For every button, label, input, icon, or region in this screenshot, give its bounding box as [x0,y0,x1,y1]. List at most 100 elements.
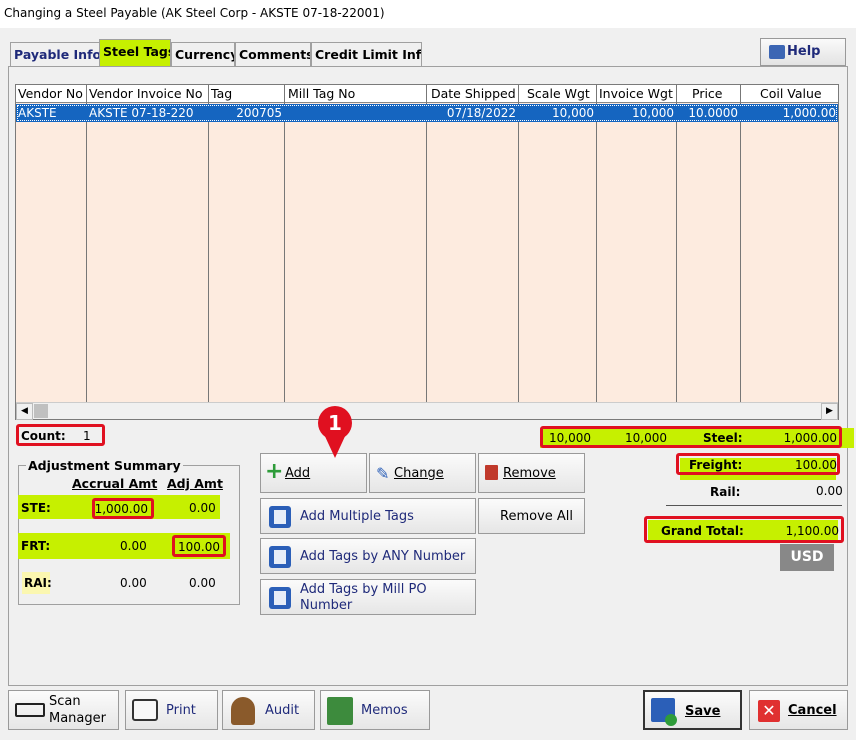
add-tags-mill-po-button[interactable]: Add Tags by Mill PO Number [260,579,476,615]
audit-label: Audit [265,703,300,718]
cell-date-shipped: 07/18/2022 [446,106,516,120]
memos-label: Memos [361,703,408,718]
print-label: Print [166,703,196,718]
rai-accrual-value: 0.00 [120,576,147,590]
tab-label: Credit Limit Info [315,47,422,62]
col-header-mill-tag-no[interactable]: Mill Tag No [288,86,355,101]
column-divider [518,85,519,419]
change-label: Change [394,466,444,481]
add-multiple-tags-label: Add Multiple Tags [300,509,414,524]
help-label: Help [787,44,821,59]
col-header-price[interactable]: Price [692,86,723,101]
scan-manager-button[interactable]: Scan Manager [8,690,119,730]
remove-all-button[interactable]: Remove All [478,498,585,534]
scan-label-1: Scan [49,694,81,709]
column-divider [740,85,741,419]
tab-steel-tags[interactable]: Steel Tags [99,39,171,66]
cancel-button[interactable]: ✕ Cancel [749,690,848,730]
horizontal-scrollbar[interactable]: ◀ ▶ [16,402,838,420]
col-header-invoice-wgt[interactable]: Invoice Wgt [599,86,673,101]
steel-label: Steel: [703,431,743,445]
count-label: Count: [21,429,66,443]
memos-button[interactable]: Memos [320,690,430,730]
column-divider [676,85,677,419]
grand-total-box: Grand Total: 1,100.00 [644,516,844,543]
scale-total: 10,000 [549,431,591,445]
col-header-coil-value[interactable]: Coil Value [760,86,822,101]
add-tags-any-number-label: Add Tags by ANY Number [300,549,466,564]
tab-currency[interactable]: Currency [171,42,235,66]
rai-adj-value: 0.00 [189,576,216,590]
col-header-scale-wgt[interactable]: Scale Wgt [527,86,590,101]
add-tags-mill-po-label-1: Add Tags by Mill PO [300,582,427,597]
tab-payable-info[interactable]: Payable Info [10,42,100,66]
frt-adj-value: 100.00 [178,540,220,554]
ste-accrual-value: 1,000.00 [94,502,148,516]
column-divider [596,85,597,419]
list-icon [269,546,291,568]
rai-label: RAI: [24,576,52,590]
remove-label: Remove [503,466,556,481]
tab-label: Payable Info [14,47,100,62]
pencil-icon: ✎ [376,464,390,483]
cell-price: 10.0000 [688,106,738,120]
document-icon [269,587,291,609]
add-multiple-tags-button[interactable]: Add Multiple Tags [260,498,476,534]
add-tags-mill-po-label-2: Number [300,598,353,613]
col-header-vendor-invoice-no[interactable]: Vendor Invoice No [89,86,203,101]
col-header-tag[interactable]: Tag [211,86,232,101]
add-button[interactable]: + Add [260,453,367,493]
add-label: Add [285,466,311,481]
column-divider [86,85,87,419]
frt-adj-box: 100.00 [172,535,226,557]
steel-tags-grid[interactable]: Vendor No Vendor Invoice No Tag Mill Tag… [15,84,839,420]
cell-vendor-no: AKSTE [18,106,57,120]
column-divider [284,85,285,419]
tab-label: Comments [239,47,311,62]
scroll-left-icon[interactable]: ◀ [16,403,33,420]
plus-icon: + [265,459,284,484]
col-header-date-shipped[interactable]: Date Shipped [431,86,516,101]
help-book-icon [769,45,785,59]
book-icon [327,697,353,725]
accrual-amt-header: Accrual Amt [72,476,158,491]
col-header-vendor-no[interactable]: Vendor No [18,86,83,101]
step-callout: 1 [318,406,352,440]
tab-label: Steel Tags [103,44,171,59]
print-button[interactable]: Print [125,690,218,730]
window-title: Changing a Steel Payable (AK Steel Corp … [4,6,385,20]
steel-totals-box: 10,000 10,000 Steel: 1,000.00 [540,426,842,448]
printer-icon [132,699,158,721]
scroll-right-icon[interactable]: ▶ [821,403,838,420]
steel-value: 1,000.00 [783,431,837,445]
remove-all-label: Remove All [500,509,574,524]
rail-label: Rail: [710,485,741,499]
cell-vendor-invoice-no: AKSTE 07-18-220 [89,106,194,120]
column-divider [208,85,209,419]
scroll-thumb[interactable] [34,404,48,418]
document-icon [269,506,291,528]
save-button[interactable]: Save [643,690,742,730]
invoice-total: 10,000 [625,431,667,445]
ste-adj-value: 0.00 [189,501,216,515]
inspector-icon [231,697,255,725]
frt-label: FRT: [21,539,51,553]
grand-total-label: Grand Total: [661,524,744,538]
save-label: Save [685,704,721,719]
freight-label: Freight: [689,458,743,472]
cell-scale-wgt: 10,000 [552,106,594,120]
adjustment-summary-title: Adjustment Summary [26,458,183,473]
count-box: Count: 1 [16,424,105,446]
audit-button[interactable]: Audit [222,690,315,730]
freight-box: Freight: 100.00 [676,453,840,475]
frt-accrual-value: 0.00 [120,539,147,553]
currency-badge: USD [780,544,834,571]
tab-comments[interactable]: Comments [235,42,311,66]
help-button[interactable]: Help [760,38,846,66]
add-tags-any-number-button[interactable]: Add Tags by ANY Number [260,538,476,574]
tab-credit-limit-info[interactable]: Credit Limit Info [311,42,422,66]
change-button[interactable]: ✎ Change [369,453,476,493]
remove-button[interactable]: Remove [478,453,585,493]
tab-label: Currency [175,47,235,62]
rail-value: 0.00 [816,484,843,498]
